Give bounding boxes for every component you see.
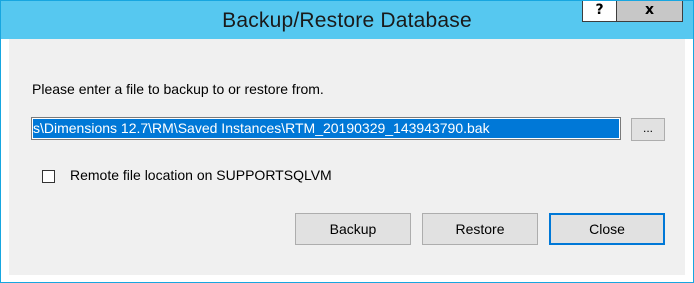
dialog-window: Backup/Restore Database ? x Please enter… [0,0,694,283]
help-button[interactable]: ? [582,1,617,22]
backup-button[interactable]: Backup [295,213,411,245]
prompt-label: Please enter a file to backup to or rest… [32,81,324,97]
window-close-button[interactable]: x [616,1,683,22]
title-bar[interactable]: Backup/Restore Database ? x [1,1,693,39]
file-path-selected-text: s\Dimensions 12.7\RM\Saved Instances\RTM… [33,119,619,138]
browse-button[interactable]: ... [631,118,665,141]
close-icon: x [644,2,655,18]
close-button[interactable]: Close [549,213,665,245]
remote-location-checkbox[interactable] [42,170,55,183]
remote-location-label[interactable]: Remote file location on SUPPORTSQLVM [70,167,332,183]
restore-button[interactable]: Restore [422,213,538,245]
help-icon: ? [595,2,604,18]
file-path-input[interactable]: s\Dimensions 12.7\RM\Saved Instances\RTM… [31,117,621,140]
